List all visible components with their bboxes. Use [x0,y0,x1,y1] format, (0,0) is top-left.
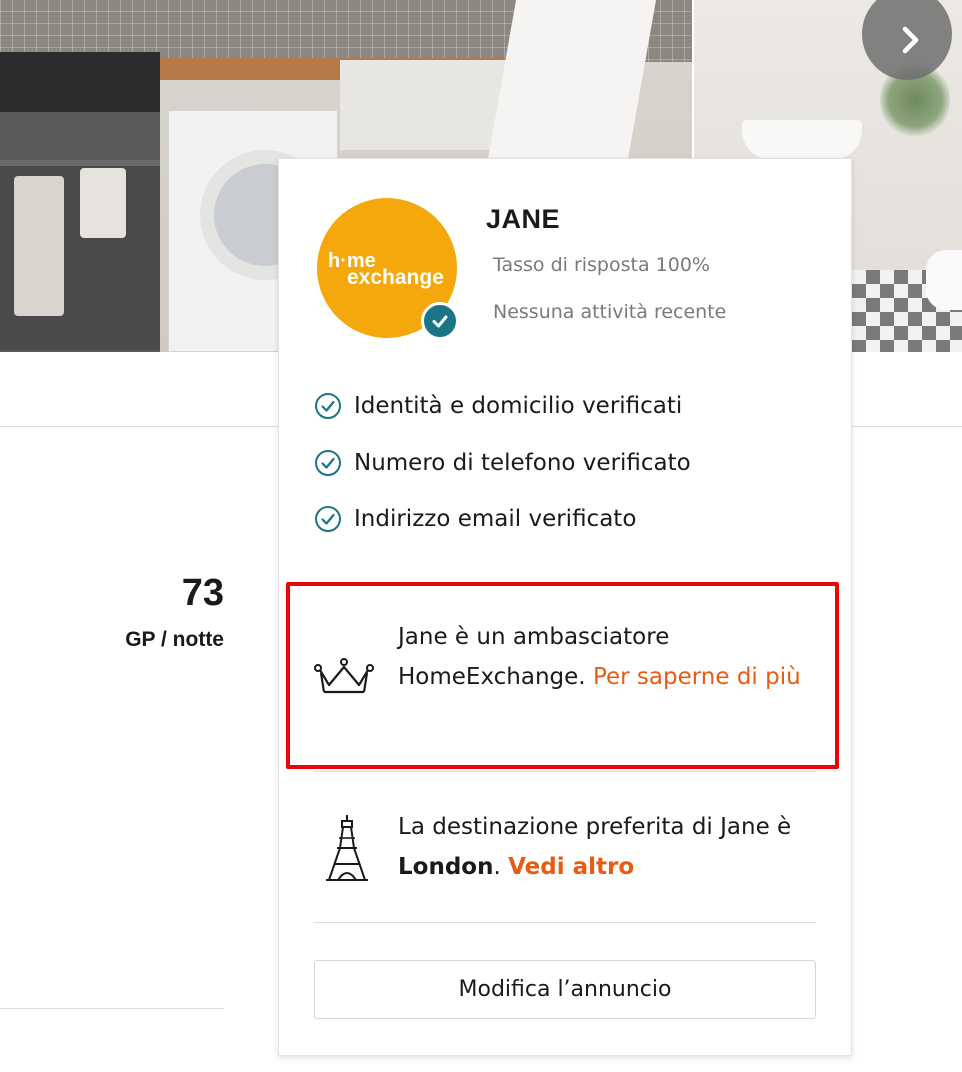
check-circle-icon [315,449,341,476]
learn-more-link[interactable]: Per saperne di più [593,664,801,690]
section-divider [314,771,816,772]
check-circle-icon [315,506,341,533]
verification-item: Numero di telefono verificato [314,435,834,492]
toilet [926,250,962,310]
favorite-destination-text: La destinazione preferita di Jane è Lond… [398,808,828,887]
verification-item: Indirizzo email verificato [314,491,834,548]
section-divider [314,922,816,923]
edit-listing-button[interactable]: Modifica l’annuncio [314,960,816,1019]
stove-top [0,52,160,112]
ambassador-text: Jane è un ambasciatore HomeExchange. Per… [398,618,818,697]
see-more-link[interactable]: Vedi altro [508,854,634,880]
eiffel-tower-icon [326,815,368,881]
host-name: JANE [486,204,561,234]
oven-mitt [14,176,64,316]
recent-activity: Nessuna attività recente [493,301,727,323]
destination-city: London [398,853,494,880]
verified-badge-icon [421,302,459,340]
verification-label: Indirizzo email verificato [354,506,637,533]
towel [80,168,126,238]
verification-item: Identità e domicilio verificati [314,378,834,435]
svg-text:exchange: exchange [347,266,444,289]
chevron-right-icon [902,26,919,54]
verification-label: Numero di telefono verificato [354,449,691,476]
price-value: 73 [181,572,224,614]
verification-label: Identità e domicilio verificati [354,393,683,420]
check-circle-icon [315,393,341,420]
bathroom-sink [742,120,862,160]
destination-description: La destinazione preferita di Jane è [398,814,792,840]
price-unit: GP / notte [125,628,224,651]
crown-icon [314,658,374,694]
response-rate: Tasso di risposta 100% [493,254,710,276]
verification-list: Identità e domicilio verificati Numero d… [314,378,834,548]
destination-punctuation: . [493,853,501,880]
section-divider [0,1008,224,1009]
